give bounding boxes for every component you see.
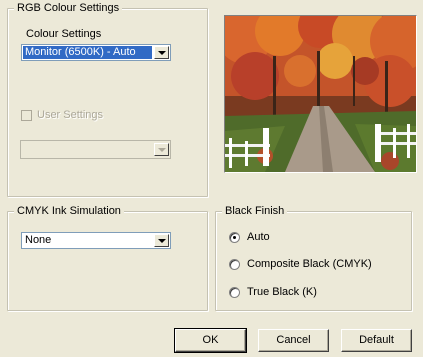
cmyk-ink-simulation-legend: CMYK Ink Simulation [14,205,124,218]
user-settings-value [22,142,152,157]
radio-auto-label: Auto [247,231,270,243]
colour-settings-dropdown[interactable]: Monitor (6500K) - Auto [21,44,171,61]
cmyk-ink-simulation-value: None [25,234,52,246]
chevron-down-icon[interactable] [154,234,169,247]
user-settings-label: User Settings [37,109,104,121]
cmyk-ink-simulation-group: CMYK Ink Simulation [7,205,208,311]
chevron-down-icon[interactable] [154,143,169,156]
radio-true-black-label: True Black (K) [247,286,317,298]
rgb-colour-settings-legend: RGB Colour Settings [14,2,123,15]
black-finish-legend: Black Finish [222,205,288,218]
colour-settings-value: Monitor (6500K) - Auto [23,46,152,59]
radio-composite-black-label: Composite Black (CMYK) [247,258,372,270]
user-settings-checkbox[interactable] [21,110,32,121]
radio-composite-black[interactable] [229,259,240,270]
cmyk-ink-simulation-dropdown[interactable]: None [21,232,171,249]
default-button[interactable]: Default [341,329,412,352]
autumn-lane-photo-icon [225,16,416,172]
radio-true-black[interactable] [229,287,240,298]
user-settings-dropdown[interactable] [20,140,171,159]
preview-image [224,15,417,173]
colour-settings-label: Colour Settings [26,28,102,40]
ok-button[interactable]: OK [174,328,247,353]
chevron-down-icon[interactable] [154,46,169,59]
radio-auto[interactable] [229,232,240,243]
cancel-button[interactable]: Cancel [258,329,329,352]
